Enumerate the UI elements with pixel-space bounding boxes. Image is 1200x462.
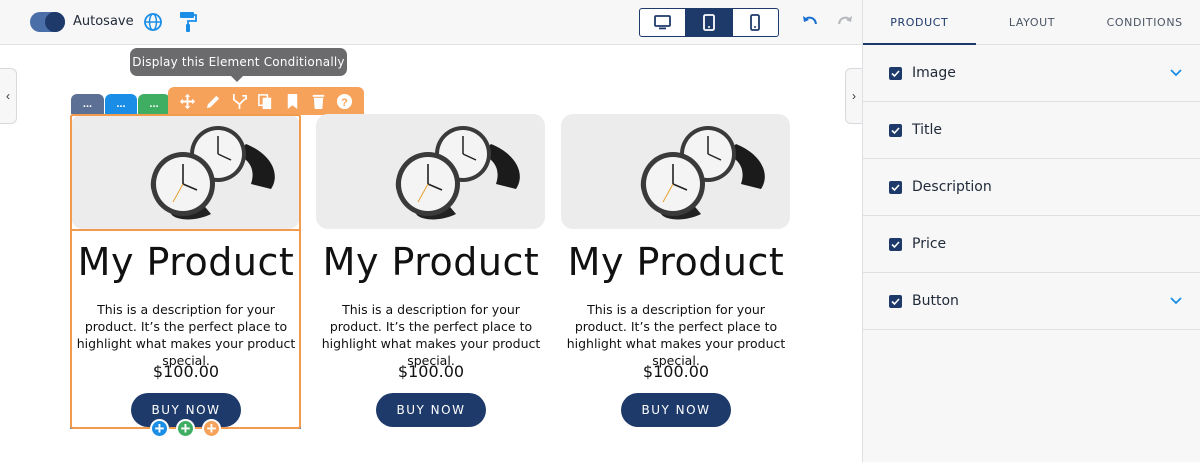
panel-row-image[interactable]: Image	[863, 45, 1200, 102]
product-card[interactable]: My Product This is a description for you…	[561, 114, 791, 429]
product-image[interactable]	[561, 114, 790, 229]
check-icon	[891, 69, 900, 77]
title-checkbox[interactable]	[889, 123, 902, 137]
mobile-icon	[750, 14, 761, 31]
collapse-right-button[interactable]: ›	[845, 68, 862, 124]
autosave-label: Autosave	[73, 14, 134, 29]
desktop-icon	[654, 15, 672, 30]
svg-text:?: ?	[341, 96, 348, 108]
autosave-toggle[interactable]	[30, 12, 65, 32]
panel-row-button[interactable]: Button	[863, 273, 1200, 330]
chevron-down-icon[interactable]	[1170, 297, 1182, 305]
product-image[interactable]	[316, 114, 545, 229]
product-description[interactable]: This is a description for your product. …	[316, 301, 546, 369]
panel-row-description[interactable]: Description	[863, 159, 1200, 216]
buy-now-button[interactable]: BUY NOW	[376, 393, 486, 427]
row-label: Button	[912, 293, 959, 309]
edit-icon[interactable]	[205, 93, 222, 110]
tab-conditions[interactable]: CONDITIONS	[1088, 0, 1200, 44]
panel-tabs: PRODUCT LAYOUT CONDITIONS	[863, 0, 1200, 45]
price-checkbox[interactable]	[889, 237, 902, 251]
product-description[interactable]: This is a description for your product. …	[561, 301, 791, 369]
row-label: Price	[912, 236, 947, 252]
delete-icon[interactable]	[310, 93, 327, 110]
undo-icon[interactable]	[800, 12, 820, 32]
tab-product[interactable]: PRODUCT	[863, 0, 976, 45]
watch-image	[395, 126, 520, 220]
chevron-right-icon: ›	[852, 89, 856, 103]
mobile-view-button[interactable]	[733, 9, 778, 36]
copy-icon[interactable]	[257, 93, 274, 110]
add-element-button[interactable]: +	[150, 419, 169, 438]
add-column-button[interactable]: +	[176, 419, 195, 438]
watch-image	[640, 126, 765, 220]
tablet-icon	[703, 14, 715, 31]
column-element-tag[interactable]: ...	[138, 94, 170, 114]
product-image[interactable]	[71, 114, 300, 229]
panel-row-price[interactable]: Price	[863, 216, 1200, 273]
tab-layout[interactable]: LAYOUT	[976, 0, 1089, 44]
help-icon[interactable]: ?	[336, 93, 353, 110]
product-title[interactable]: My Product	[316, 240, 546, 284]
bookmark-icon[interactable]	[284, 93, 301, 110]
check-icon	[891, 126, 900, 134]
product-description[interactable]: This is a description for your product. …	[71, 301, 301, 369]
redo-icon[interactable]	[835, 12, 855, 32]
watch-image	[150, 126, 275, 220]
paint-roller-icon[interactable]	[179, 11, 197, 33]
check-icon	[891, 240, 900, 248]
panel-row-title[interactable]: Title	[863, 102, 1200, 159]
element-action-bar: ?	[168, 87, 364, 115]
collapse-left-button[interactable]: ‹	[0, 68, 17, 124]
device-switcher	[639, 8, 779, 37]
row-label: Image	[912, 65, 956, 81]
parent-element-tag[interactable]: ...	[71, 94, 104, 114]
row-label: Title	[912, 122, 943, 138]
conditional-icon[interactable]	[231, 93, 248, 110]
tooltip: Display this Element Conditionally	[130, 48, 347, 82]
row-label: Description	[912, 179, 992, 195]
add-row-button[interactable]: +	[202, 419, 221, 438]
product-title[interactable]: My Product	[561, 240, 791, 284]
toggle-knob	[45, 12, 65, 32]
product-price[interactable]: $100.00	[71, 362, 301, 381]
settings-panel: PRODUCT LAYOUT CONDITIONS Image Title De…	[862, 0, 1200, 462]
button-checkbox[interactable]	[889, 294, 902, 308]
check-icon	[891, 297, 900, 305]
editor-toolbar: Autosave	[0, 0, 862, 45]
tablet-view-button[interactable]	[686, 9, 733, 36]
product-card[interactable]: My Product This is a description for you…	[316, 114, 546, 429]
image-checkbox[interactable]	[889, 66, 902, 80]
desktop-view-button[interactable]	[640, 9, 687, 36]
product-title[interactable]: My Product	[71, 240, 301, 284]
buy-now-button[interactable]: BUY NOW	[621, 393, 731, 427]
chevron-down-icon[interactable]	[1170, 69, 1182, 77]
globe-icon[interactable]	[143, 12, 163, 32]
row-element-tag[interactable]: ...	[105, 94, 137, 114]
product-card[interactable]: My Product This is a description for you…	[71, 114, 301, 429]
description-checkbox[interactable]	[889, 180, 902, 194]
product-price[interactable]: $100.00	[316, 362, 546, 381]
move-icon[interactable]	[179, 93, 196, 110]
product-price[interactable]: $100.00	[561, 362, 791, 381]
chevron-left-icon: ‹	[6, 89, 10, 103]
check-icon	[891, 183, 900, 191]
